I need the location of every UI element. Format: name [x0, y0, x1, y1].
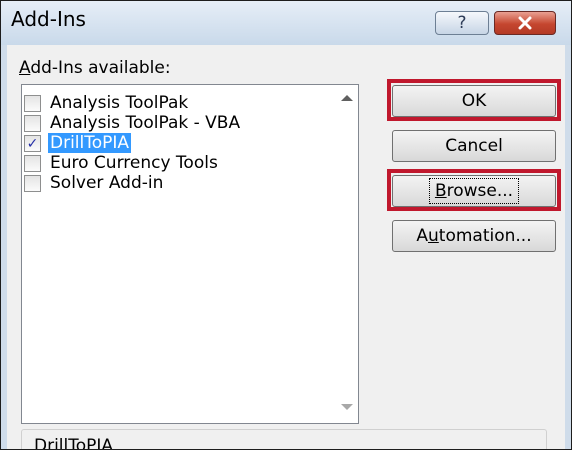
list-item-label: Analysis ToolPak - VBA	[50, 113, 241, 133]
list-item-analysis-toolpak-vba[interactable]: Analysis ToolPak - VBA	[24, 113, 242, 133]
list-item-label: Solver Add-in	[50, 173, 164, 193]
checkbox[interactable]	[24, 94, 41, 112]
description-group: DrillToPIA	[21, 429, 547, 450]
scroll-up-arrow-icon[interactable]	[341, 95, 353, 101]
mnemonic: u	[428, 226, 439, 246]
list-item-analysis-toolpak[interactable]: Analysis ToolPak	[24, 93, 190, 113]
list-item-drilltopia[interactable]: ✓ DrillToPIA	[24, 133, 132, 153]
checkbox[interactable]	[24, 174, 41, 192]
checkbox[interactable]	[24, 154, 41, 172]
label-text: dd-Ins available:	[30, 58, 171, 78]
label-text: tomation...	[438, 226, 532, 246]
list-item-label: Analysis ToolPak	[50, 93, 189, 113]
dialog-body: Add-Ins available: Analysis ToolPak Anal…	[7, 45, 565, 449]
list-scrollbar[interactable]	[336, 85, 358, 423]
cancel-button[interactable]: Cancel	[392, 130, 556, 162]
checkbox-checked[interactable]: ✓	[24, 134, 41, 152]
cancel-button-label: Cancel	[445, 136, 503, 156]
close-icon	[518, 16, 532, 30]
checkbox[interactable]	[24, 114, 41, 132]
help-button[interactable]: ?	[435, 11, 489, 35]
list-item-label: DrillToPIA	[48, 133, 132, 153]
list-item-euro-currency-tools[interactable]: Euro Currency Tools	[24, 153, 220, 173]
scroll-down-arrow-icon[interactable]	[341, 404, 353, 410]
automation-button[interactable]: Automation...	[392, 220, 556, 252]
automation-button-label: Automation...	[416, 226, 531, 246]
title-bar[interactable]: Add-Ins ?	[1, 1, 571, 45]
label-text: A	[416, 226, 429, 246]
close-button[interactable]	[494, 11, 556, 35]
add-ins-list[interactable]: Analysis ToolPak Analysis ToolPak - VBA …	[21, 84, 359, 424]
browse-highlight-box	[387, 169, 561, 211]
list-item-solver-add-in[interactable]: Solver Add-in	[24, 173, 165, 193]
help-icon: ?	[457, 13, 467, 33]
add-ins-available-label: Add-Ins available:	[19, 58, 171, 78]
ok-highlight-box	[387, 79, 561, 121]
label-mnemonic: A	[19, 58, 31, 78]
list-item-label: Euro Currency Tools	[50, 153, 218, 173]
add-ins-dialog: Add-Ins ? Add-Ins available: Analysis To…	[0, 0, 572, 450]
description-title: DrillToPIA	[34, 436, 114, 450]
dialog-title: Add-Ins	[11, 7, 86, 31]
